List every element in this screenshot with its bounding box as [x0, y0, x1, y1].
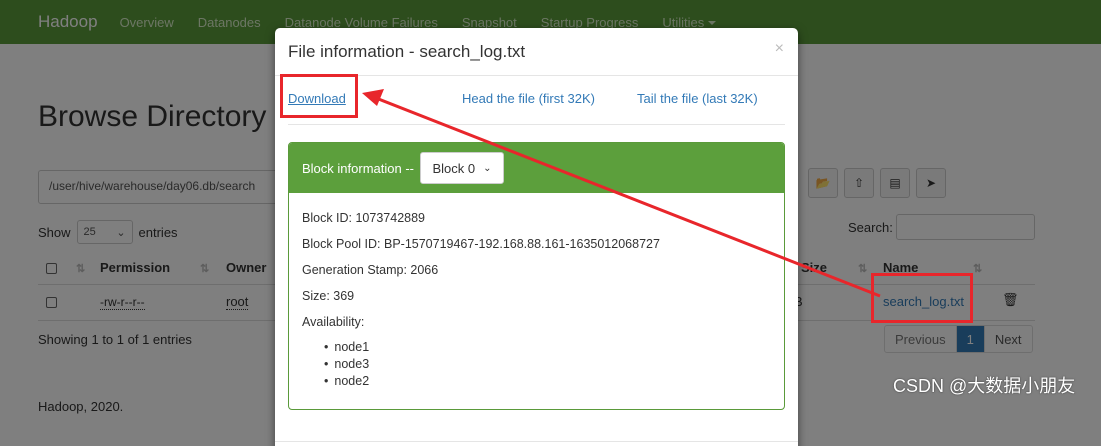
watermark: CSDN @大数据小朋友 — [893, 376, 1076, 396]
